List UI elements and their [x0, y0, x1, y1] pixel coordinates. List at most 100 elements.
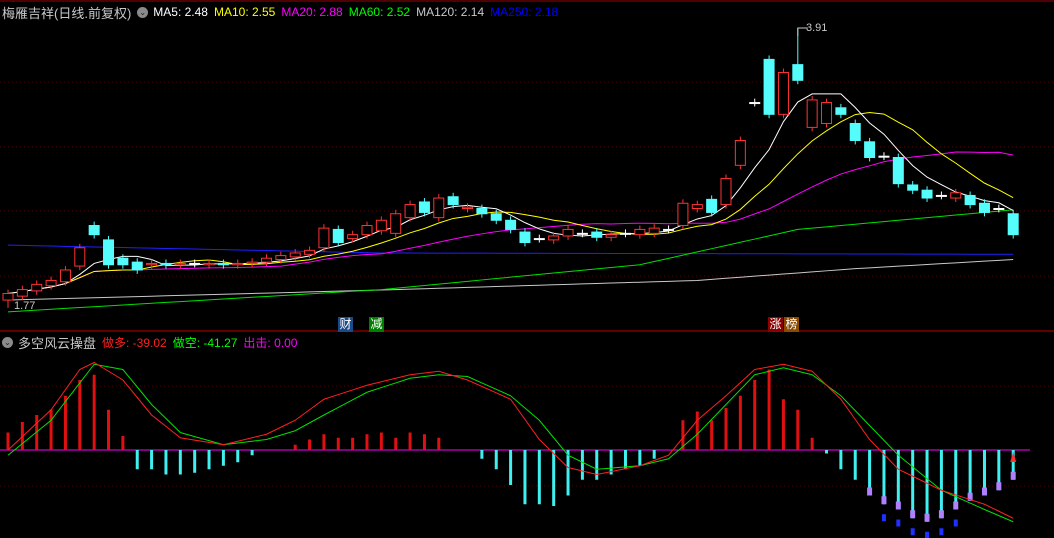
- candle: [160, 262, 172, 266]
- long-line: [7, 361, 1014, 519]
- candle: [332, 228, 344, 244]
- candle: [591, 231, 603, 238]
- candle: [548, 235, 560, 241]
- candle: [447, 196, 459, 206]
- ma250-line: [7, 244, 1014, 255]
- candle: [146, 262, 158, 266]
- candle: [88, 225, 100, 236]
- candle: [993, 208, 1005, 211]
- reduce-tag[interactable]: 减: [369, 317, 384, 332]
- ma120-label: MA120: 2.14: [416, 5, 485, 19]
- candle: [878, 155, 890, 158]
- candle: [519, 231, 531, 244]
- candle: [275, 255, 287, 261]
- candle: [792, 64, 804, 81]
- candle: [605, 234, 617, 238]
- candle: [31, 283, 43, 292]
- short-line: [7, 363, 1014, 523]
- candle: [117, 257, 129, 266]
- indicator-panel: [0, 361, 1030, 538]
- grid-lines: [0, 81, 1054, 487]
- candle: [749, 102, 761, 105]
- limit-up-tag[interactable]: 涨: [768, 317, 783, 332]
- candle: [246, 261, 258, 264]
- candle: [663, 228, 675, 231]
- candle: [289, 252, 301, 258]
- short-value: 做空: -41.27: [172, 335, 238, 350]
- candle: [691, 204, 703, 210]
- candle: [490, 213, 502, 221]
- candle: [950, 192, 962, 199]
- indicator-title: 多空风云操盘: [18, 335, 97, 351]
- candle: [562, 228, 574, 237]
- candle: [821, 102, 833, 124]
- candle: [734, 139, 746, 166]
- candle: [232, 262, 244, 266]
- candle: [404, 204, 416, 219]
- ma5-label: MA5: 2.48: [153, 5, 208, 19]
- candle: [892, 156, 904, 185]
- candle: [935, 194, 947, 197]
- strike-value: 出击: 0.00: [243, 335, 298, 350]
- candle: [462, 206, 474, 210]
- ma-lines: [7, 93, 1014, 313]
- ma10-label: MA10: 2.55: [213, 5, 276, 19]
- candle: [964, 194, 976, 206]
- candle: [677, 202, 689, 227]
- candle: [921, 189, 933, 199]
- candle: [217, 262, 229, 266]
- candle: [476, 208, 488, 215]
- candle: [131, 261, 143, 271]
- candle: [347, 234, 359, 240]
- candle: [777, 71, 789, 115]
- candle: [174, 262, 186, 266]
- chevron-down-icon[interactable]: ⌄: [2, 336, 13, 348]
- candle: [835, 107, 847, 115]
- candle: [706, 198, 718, 213]
- candle: [375, 219, 387, 232]
- long-value: 做多: -39.02: [102, 335, 167, 350]
- main-legend: 梅雁吉祥(日线.前复权) ⌄ MA5: 2.48 MA10: 2.55 MA20…: [2, 3, 564, 21]
- candle: [390, 213, 402, 234]
- finance-tag[interactable]: 财: [338, 317, 353, 332]
- candle: [864, 141, 876, 158]
- candle: [304, 249, 316, 255]
- indicator-legend: ⌄ 多空风云操盘 做多: -39.02 做空: -41.27 出击: 0.00: [2, 333, 303, 351]
- ma250-label: MA250: 2.18: [490, 5, 559, 19]
- kline-chart[interactable]: [0, 0, 1054, 538]
- candle: [978, 202, 990, 213]
- candle: [103, 239, 115, 266]
- candle: [260, 257, 272, 263]
- candle: [1007, 213, 1019, 236]
- candle: [634, 228, 646, 236]
- candle: [16, 289, 28, 297]
- candle: [59, 269, 71, 283]
- ma60-label: MA60: 2.52: [348, 5, 411, 19]
- ma5-line: [7, 93, 1014, 295]
- candle: [907, 184, 919, 191]
- candle: [849, 122, 861, 141]
- candle: [433, 197, 445, 219]
- candle: [318, 227, 330, 249]
- candle: [45, 279, 57, 287]
- candle: [806, 99, 818, 128]
- candle: [203, 262, 215, 266]
- candle: [74, 247, 86, 267]
- candle: [505, 219, 517, 230]
- ranking-tag[interactable]: 榜: [784, 317, 799, 332]
- ma20-label: MA20: 2.88: [281, 5, 343, 19]
- candle: [418, 201, 430, 213]
- candle: [361, 225, 373, 236]
- candle: [189, 262, 201, 265]
- candle: [576, 232, 588, 235]
- ma10-line: [7, 111, 1014, 295]
- candle: [648, 227, 660, 234]
- candle: [763, 58, 775, 115]
- up-arrow-icon: [1010, 452, 1017, 462]
- chevron-down-icon[interactable]: ⌄: [137, 6, 149, 18]
- high-price-label: 3.91: [806, 22, 828, 34]
- low-price-label: 1.77: [14, 300, 36, 312]
- candle: [720, 177, 732, 206]
- candle: [2, 293, 14, 301]
- stock-title: 梅雁吉祥(日线.前复权): [2, 5, 132, 21]
